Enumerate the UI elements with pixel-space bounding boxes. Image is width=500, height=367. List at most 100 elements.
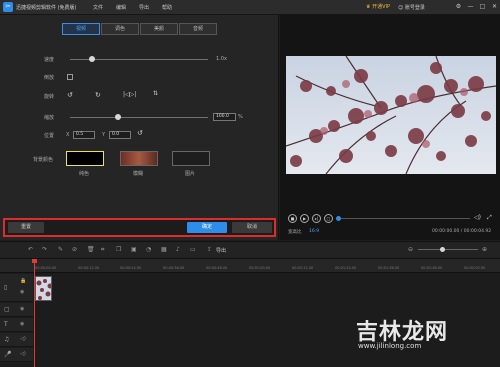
bg-color-label: 背景颜色 (33, 157, 54, 163)
bg-blur-label: 模糊 (133, 171, 144, 177)
export-label[interactable]: 导出 (216, 247, 226, 254)
title-bar: ✂ 迅捷视频剪辑软件 (免费版) 文件 编辑 导出 帮助 ♛ 开通VIP ☺ 账… (0, 0, 500, 15)
split-icon[interactable]: ⊘ (72, 246, 77, 253)
zoom-out-icon[interactable]: ⊖ (408, 246, 413, 253)
overlay-track-icon: ▢ (4, 306, 10, 313)
menu-export[interactable]: 导出 (139, 4, 149, 11)
time-display: 00:00:00.00 / 00:00:04.92 (432, 229, 492, 234)
maximize-icon[interactable]: □ (478, 2, 487, 11)
ruler-tick: 00:01:00.00 (249, 266, 271, 270)
tab-beauty[interactable]: 美颜 (140, 23, 178, 35)
track-visible-icon[interactable]: ◉ (20, 306, 24, 312)
microphone-track-icon: 🎤 (4, 351, 12, 358)
track-visible-icon[interactable]: ◉ (20, 321, 24, 327)
playhead[interactable] (34, 259, 35, 367)
mosaic-icon[interactable]: ▦ (161, 246, 167, 253)
reverse-checkbox[interactable] (67, 74, 73, 80)
zoom-slider[interactable] (70, 117, 208, 118)
reset-position-icon[interactable]: ↺ (137, 129, 143, 137)
ruler-tick: 00:01:24.00 (335, 266, 357, 270)
ok-button[interactable]: 确定 (187, 222, 227, 233)
rotate-left-icon[interactable]: ↺ (67, 91, 73, 99)
minimize-icon[interactable]: — (466, 2, 475, 11)
close-icon[interactable]: ✕ (490, 2, 499, 11)
login-button[interactable]: ☺ 账号登录 (398, 4, 425, 11)
menu-help[interactable]: 帮助 (162, 4, 172, 11)
copy-icon[interactable]: ❐ (116, 246, 121, 253)
bg-solid-label: 纯色 (79, 171, 90, 177)
tab-color[interactable]: 调色 (101, 23, 139, 35)
edit-icon[interactable]: ✎ (58, 246, 63, 253)
watermark-url: www.jilinlong.com (358, 342, 422, 350)
flip-horizontal-icon[interactable]: |◁▷| (123, 91, 136, 98)
video-clip[interactable] (35, 276, 52, 301)
y-label: Y (102, 132, 106, 138)
x-label: X (66, 132, 70, 138)
voice-track-header: 🎤 ◁) (0, 348, 33, 362)
position-y-input[interactable]: 0.0 (109, 131, 131, 139)
vip-button[interactable]: ♛ 开通VIP (366, 3, 390, 10)
caption-icon[interactable]: ▭ (190, 246, 196, 253)
delete-icon[interactable]: 🗑 (87, 246, 95, 253)
bg-image-swatch[interactable] (172, 151, 210, 166)
playback-knob[interactable] (335, 216, 341, 221)
ruler-tick: 00:00:00.00 (35, 266, 57, 270)
ruler-tick: 00:01:48.00 (421, 266, 443, 270)
track-lock-icon[interactable]: 🔒 (20, 278, 26, 284)
video-track-icon: ▯ (4, 284, 8, 291)
bg-image-label: 图片 (185, 171, 196, 177)
app-title: 迅捷视频剪辑软件 (免费版) (16, 5, 77, 11)
rotate-right-icon[interactable]: ↻ (95, 91, 101, 99)
undo-icon[interactable]: ↶ (28, 246, 33, 253)
app-logo-icon: ✂ (3, 2, 13, 12)
user-icon: ☺ (398, 5, 404, 11)
track-visible-icon[interactable]: ◉ (20, 289, 24, 295)
track-mute-icon[interactable]: ◁) (20, 336, 26, 342)
aspect-label: 宽高比 (288, 230, 302, 235)
expand-icon[interactable]: ⤢ (487, 214, 492, 222)
ruler-tick: 00:01:12.00 (292, 266, 314, 270)
login-label: 账号登录 (404, 5, 425, 11)
cancel-button[interactable]: 取消 (232, 222, 272, 233)
crown-icon: ♛ (366, 4, 371, 10)
position-label: 位置 (44, 133, 55, 139)
play-icon[interactable]: ▶ (300, 214, 309, 223)
menu-file[interactable]: 文件 (93, 4, 103, 11)
tab-video[interactable]: 视频 (62, 23, 100, 35)
fullscreen-preview-icon[interactable]: □ (324, 214, 333, 223)
vip-label: 开通VIP (372, 4, 390, 10)
track-mute-icon[interactable]: ◁) (20, 351, 26, 357)
music-track-header: ♫ ◁) (0, 333, 33, 347)
settings-icon[interactable]: ⚙ (454, 2, 463, 11)
zoom-in-icon[interactable]: ⊕ (482, 246, 487, 253)
bg-solid-swatch[interactable] (66, 151, 104, 166)
export-icon[interactable]: ⇪ (207, 246, 212, 253)
speed-value: 1.0x (216, 56, 227, 62)
freeze-icon[interactable]: ▣ (131, 246, 137, 253)
position-x-input[interactable]: 0.5 (73, 131, 95, 139)
volume-icon[interactable]: ◁) (474, 214, 481, 221)
tab-audio[interactable]: 音频 (179, 23, 217, 35)
zoom-unit: % (238, 114, 243, 120)
bg-blur-swatch[interactable] (120, 151, 158, 166)
zoom-input[interactable]: 100.0 (213, 113, 236, 121)
playback-progress[interactable] (338, 218, 470, 219)
rotate-label: 旋转 (44, 94, 55, 100)
timeline-zoom-knob[interactable] (439, 247, 445, 252)
flip-vertical-icon[interactable]: ⇅ (153, 90, 158, 97)
speed-icon[interactable]: ◔ (146, 246, 151, 253)
video-track-header: ▯ 🔒 ◉ (0, 274, 33, 302)
redo-icon[interactable]: ↷ (42, 246, 47, 253)
microphone-icon[interactable]: ♪ (176, 246, 180, 253)
ruler-tick: 00:00:48.00 (206, 266, 228, 270)
text-track-icon: T (4, 321, 8, 328)
reset-button[interactable]: 重置 (8, 222, 44, 233)
menu-edit[interactable]: 编辑 (116, 4, 126, 11)
next-frame-icon[interactable]: ▸| (312, 214, 321, 223)
ruler-tick: 00:01:36.00 (378, 266, 400, 270)
timeline-zoom-slider[interactable] (418, 249, 478, 250)
stop-icon[interactable]: ■ (288, 214, 297, 223)
aspect-value[interactable]: 16:9 (309, 229, 319, 234)
crop-icon[interactable]: ⌗ (101, 246, 104, 254)
ruler-tick: 00:00:36.00 (163, 266, 185, 270)
